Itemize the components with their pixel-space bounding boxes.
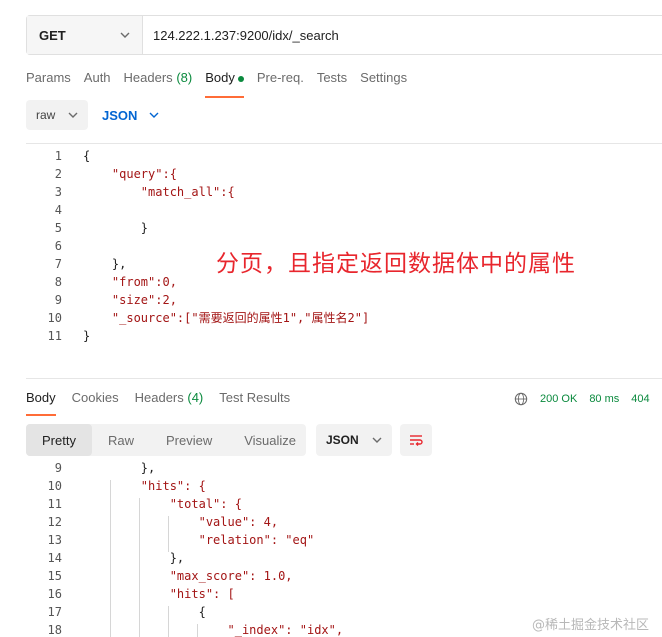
code-text: "relation": "eq" <box>83 533 315 547</box>
globe-icon[interactable] <box>514 392 528 406</box>
status-code[interactable]: 200 OK <box>540 393 577 405</box>
code-text: "value": 4, <box>83 515 279 529</box>
view-preview-button[interactable]: Preview <box>150 424 228 456</box>
tab-response-headers[interactable]: Headers (4) <box>135 390 204 416</box>
chevron-down-icon <box>372 437 382 443</box>
code-text: } <box>83 329 91 343</box>
code-text: "hits": { <box>83 479 206 493</box>
code-text: }, <box>83 257 127 271</box>
line-number: 11 <box>47 329 62 343</box>
watermark: @稀土掘金技术社区 <box>532 618 650 633</box>
code-text: { <box>83 149 91 163</box>
response-body-viewer[interactable]: 9 }, 10 "hits": { 11 "total": { 12 "valu… <box>26 462 662 637</box>
line-number: 8 <box>54 275 62 289</box>
url-text: 124.222.1.237:9200/idx/_search <box>153 27 339 43</box>
line-number: 15 <box>47 569 62 583</box>
code-text: "size":2, <box>83 293 177 307</box>
line-number: 9 <box>54 293 62 307</box>
url-bar: GET 124.222.1.237:9200/idx/_search <box>26 15 662 55</box>
view-mode-segment: Pretty Raw Preview Visualize <box>26 424 306 456</box>
line-number: 10 <box>47 479 62 493</box>
wrap-lines-button[interactable] <box>400 424 432 456</box>
body-format-select[interactable]: JSON <box>102 108 159 123</box>
tab-pre-request[interactable]: Pre-req. <box>257 70 304 98</box>
tab-auth[interactable]: Auth <box>84 70 111 98</box>
tab-test-results[interactable]: Test Results <box>219 390 290 416</box>
code-text: { <box>83 605 206 619</box>
line-number: 7 <box>54 257 62 271</box>
method-label: GET <box>39 27 66 43</box>
response-view-row: Pretty Raw Preview Visualize JSON <box>26 424 432 456</box>
line-number: 4 <box>54 203 62 217</box>
code-text: }, <box>83 551 185 565</box>
code-text: "_index": "idx", <box>83 623 344 637</box>
view-raw-button[interactable]: Raw <box>92 424 150 456</box>
code-text: "query":{ <box>83 167 177 181</box>
chevron-down-icon <box>149 112 159 118</box>
line-number: 5 <box>54 221 62 235</box>
method-select[interactable]: GET <box>27 16 143 54</box>
chevron-down-icon <box>68 112 78 118</box>
line-number: 6 <box>54 239 62 253</box>
line-number: 2 <box>54 167 62 181</box>
code-text: "max_score": 1.0, <box>83 569 293 583</box>
body-mode-select[interactable]: raw <box>26 100 88 130</box>
tab-cookies[interactable]: Cookies <box>72 390 119 416</box>
response-time[interactable]: 80 ms <box>589 393 619 405</box>
line-number: 14 <box>47 551 62 565</box>
body-indicator-dot <box>237 75 244 82</box>
response-tabs: Body Cookies Headers (4) Test Results <box>26 390 306 416</box>
chevron-down-icon <box>120 32 130 38</box>
line-number: 9 <box>54 462 62 475</box>
line-number: 3 <box>54 185 62 199</box>
tab-params[interactable]: Params <box>26 70 71 98</box>
tab-response-body[interactable]: Body <box>26 390 56 416</box>
code-text: } <box>83 221 149 235</box>
code-text: "hits": [ <box>83 587 235 601</box>
request-tabs: Params Auth Headers (8) Body Pre-req. Te… <box>26 70 420 98</box>
line-number: 16 <box>47 587 62 601</box>
url-input[interactable]: 124.222.1.237:9200/idx/_search <box>143 16 662 54</box>
code-text: "total": { <box>83 497 242 511</box>
code-text: "_source":["需要返回的属性1","属性名2"] <box>83 311 370 325</box>
tab-tests[interactable]: Tests <box>317 70 347 98</box>
line-number: 13 <box>47 533 62 547</box>
tab-body[interactable]: Body <box>205 70 244 98</box>
line-number: 12 <box>47 515 62 529</box>
response-format-select[interactable]: JSON <box>316 424 392 456</box>
response-headers-count: (4) <box>187 390 204 405</box>
line-number: 17 <box>47 605 62 619</box>
tab-settings[interactable]: Settings <box>360 70 407 98</box>
line-number: 1 <box>54 149 62 163</box>
response-size[interactable]: 404 <box>631 393 649 405</box>
view-pretty-button[interactable]: Pretty <box>26 424 92 456</box>
response-status: 200 OK 80 ms 404 <box>514 392 650 406</box>
line-number: 18 <box>47 623 62 637</box>
tab-headers[interactable]: Headers (8) <box>124 70 193 98</box>
annotation-text: 分页，且指定返回数据体中的属性 <box>216 251 576 277</box>
line-number: 11 <box>47 497 62 511</box>
line-number: 10 <box>47 311 62 325</box>
headers-count: (8) <box>176 70 193 85</box>
body-mode-row: raw JSON <box>26 100 159 130</box>
code-text: "match_all":{ <box>83 185 235 199</box>
view-visualize-button[interactable]: Visualize <box>228 424 312 456</box>
code-text: }, <box>83 462 156 475</box>
wrap-lines-icon <box>410 435 423 446</box>
code-text: "from":0, <box>83 275 177 289</box>
